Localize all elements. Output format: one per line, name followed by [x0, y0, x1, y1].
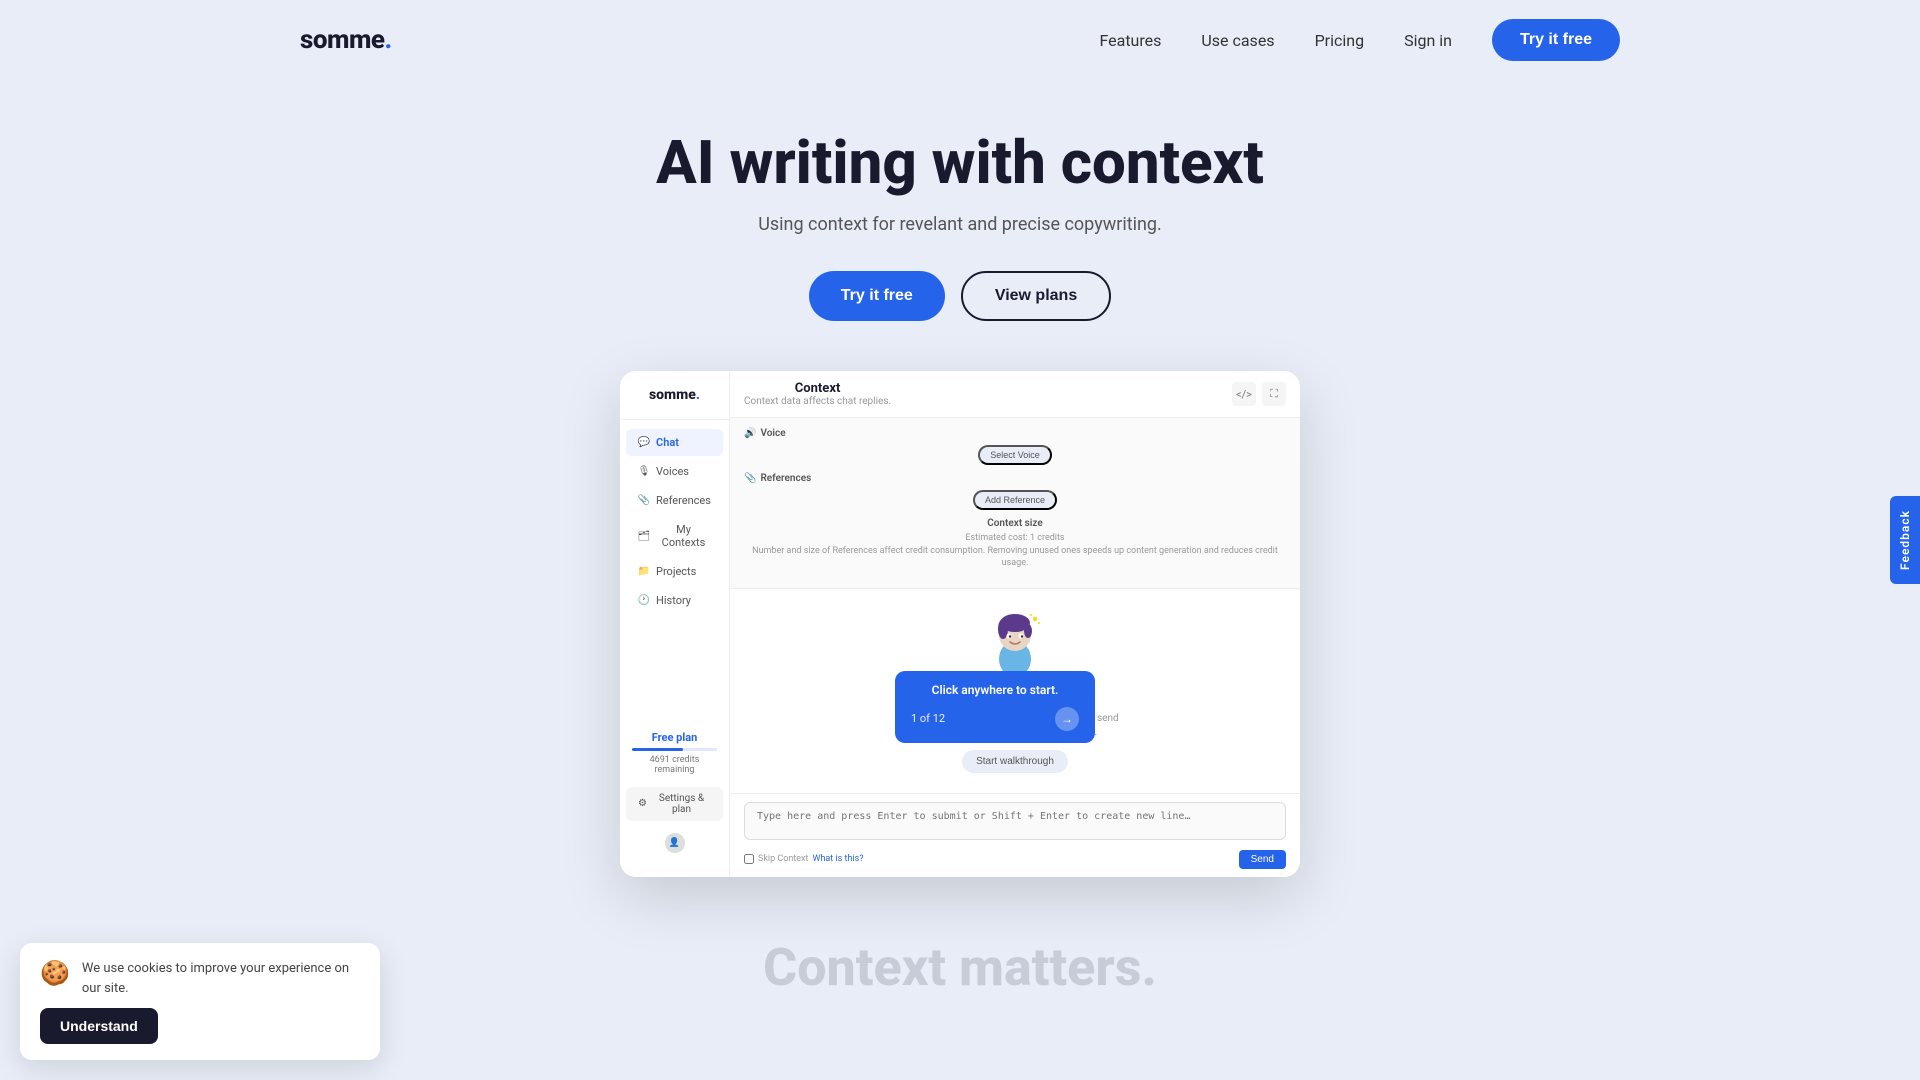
tooltip-count: 1 of 12: [911, 712, 945, 725]
nav-try-free-button[interactable]: Try it free: [1492, 19, 1620, 61]
chat-area[interactable]: Let's get you started Your context data …: [730, 589, 1300, 793]
panel-header-left: Context Context data affects chat replie…: [744, 381, 891, 407]
nav-signin[interactable]: Sign in: [1404, 31, 1452, 50]
sidebar-settings[interactable]: ⚙ Settings & plan: [626, 787, 723, 821]
cookie-content: 🍪 We use cookies to improve your experie…: [40, 959, 360, 998]
tooltip-text: Click anywhere to start.: [911, 683, 1079, 697]
projects-icon: 📁: [638, 566, 650, 578]
sidebar-user-avatar[interactable]: 👤: [665, 833, 685, 853]
sidebar-item-references[interactable]: 📎 References: [626, 487, 723, 514]
sidebar-item-voices[interactable]: 🎙 Voices: [626, 458, 723, 485]
sidebar-item-projects[interactable]: 📁 Projects: [626, 558, 723, 585]
cookie-banner: 🍪 We use cookies to improve your experie…: [20, 943, 380, 1060]
tooltip-next-button[interactable]: →: [1055, 707, 1079, 731]
context-size-row: Context size Estimated cost: 1 credits N…: [744, 518, 1286, 570]
references-panel-icon: 📎: [744, 473, 756, 484]
panel-header: Context Context data affects chat replie…: [730, 371, 1300, 418]
panel-subtitle: Context data affects chat replies.: [744, 396, 891, 407]
context-size-label: Context size: [744, 518, 1286, 529]
voices-icon: 🎙: [638, 466, 650, 478]
plan-progress-bar: [632, 748, 717, 751]
sidebar-item-chat[interactable]: 💬 Chat: [626, 429, 723, 456]
hero-try-free-button[interactable]: Try it free: [809, 271, 945, 321]
chat-input[interactable]: [744, 802, 1286, 840]
sidebar-plan: Free plan 4691 credits remaining: [620, 723, 729, 783]
cookie-emoji: 🍪: [40, 959, 70, 987]
references-row: 📎 References Add Reference: [744, 473, 1286, 510]
voice-label: 🔊 Voice: [744, 428, 1286, 439]
chat-input-footer: Skip Context What is this? Send: [744, 850, 1286, 869]
nav-features[interactable]: Features: [1099, 31, 1161, 50]
sidebar-item-history[interactable]: 🕐 History: [626, 587, 723, 614]
sidebar-logo: somme.: [620, 387, 729, 420]
context-panel: 🔊 Voice Select Voice 📎 References Add Re…: [730, 418, 1300, 589]
expand-button[interactable]: ⛶: [1262, 382, 1286, 406]
logo-dot: .: [385, 25, 392, 55]
panel-title: Context: [744, 381, 891, 396]
logo-text: somme: [300, 25, 385, 55]
nav-links: Features Use cases Pricing Sign in Try i…: [1099, 19, 1620, 61]
add-reference-button[interactable]: Add Reference: [973, 490, 1057, 510]
contexts-icon: 🗂: [638, 530, 650, 542]
mascot: [985, 609, 1045, 679]
hero-title: AI writing with context: [656, 130, 1264, 196]
feedback-label[interactable]: Feedback: [1890, 496, 1920, 584]
app-main-panel: Context Context data affects chat replie…: [730, 371, 1300, 877]
references-icon: 📎: [638, 495, 650, 507]
tooltip-footer: 1 of 12 →: [911, 707, 1079, 731]
hero-section: AI writing with context Using context fo…: [0, 80, 1920, 877]
send-button[interactable]: Send: [1239, 850, 1286, 869]
hero-buttons: Try it free View plans: [809, 271, 1111, 321]
code-view-button[interactable]: </>: [1232, 382, 1256, 406]
cookie-text: We use cookies to improve your experienc…: [82, 959, 360, 998]
navbar: somme. Features Use cases Pricing Sign i…: [0, 0, 1920, 80]
settings-icon: ⚙: [638, 798, 647, 809]
nav-use-cases[interactable]: Use cases: [1201, 31, 1274, 50]
references-label: 📎 References: [744, 473, 1286, 484]
chat-icon: 💬: [638, 437, 650, 449]
logo[interactable]: somme.: [300, 25, 392, 55]
start-walkthrough-button[interactable]: Start walkthrough: [962, 750, 1068, 773]
panel-actions: </> ⛶: [1232, 382, 1286, 406]
cookie-understand-button[interactable]: Understand: [40, 1008, 158, 1044]
context-size-cost: Estimated cost: 1 credits: [744, 532, 1286, 545]
context-size-desc: Number and size of References affect cre…: [744, 545, 1286, 570]
tooltip-bubble[interactable]: Click anywhere to start. 1 of 12 →: [895, 671, 1095, 743]
history-icon: 🕐: [638, 595, 650, 607]
app-sidebar: somme. 💬 Chat 🎙 Voices 📎 References 🗂 My…: [620, 371, 730, 877]
skip-what-link[interactable]: What is this?: [812, 854, 863, 864]
feedback-sidebar[interactable]: Feedback: [1890, 496, 1920, 584]
voice-icon: 🔊: [744, 428, 756, 439]
skip-context-checkbox[interactable]: [744, 854, 754, 864]
chat-input-area: Skip Context What is this? Send: [730, 793, 1300, 877]
sidebar-item-my-contexts[interactable]: 🗂 My Contexts: [626, 516, 723, 556]
skip-context-label: Skip Context What is this?: [744, 854, 864, 864]
hero-view-plans-button[interactable]: View plans: [961, 271, 1111, 321]
nav-pricing[interactable]: Pricing: [1315, 31, 1365, 50]
hero-subtitle: Using context for revelant and precise c…: [758, 214, 1162, 235]
app-mockup: somme. 💬 Chat 🎙 Voices 📎 References 🗂 My…: [620, 371, 1300, 877]
select-voice-button[interactable]: Select Voice: [978, 445, 1052, 465]
plan-progress-fill: [632, 748, 683, 751]
voice-row: 🔊 Voice Select Voice: [744, 428, 1286, 465]
